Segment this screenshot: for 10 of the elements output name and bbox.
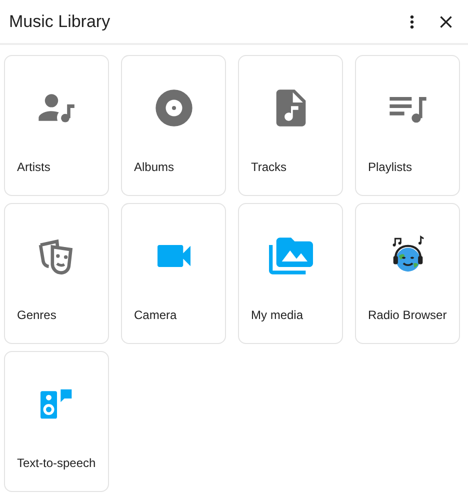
library-tile[interactable]: Playlists	[355, 55, 460, 196]
library-tile[interactable]: Albums	[121, 55, 226, 196]
library-tile[interactable]: My media	[238, 203, 343, 344]
library-tile[interactable]: Genres	[4, 203, 109, 344]
library-tile[interactable]: Artists	[4, 55, 109, 196]
library-tile[interactable]: Radio Browser	[355, 203, 460, 344]
library-tile[interactable]: Camera	[121, 203, 226, 344]
window-title: Music Library	[9, 12, 112, 32]
library-tile[interactable]: Text-to-speech	[4, 351, 109, 492]
library-tile[interactable]: Tracks	[238, 55, 343, 196]
